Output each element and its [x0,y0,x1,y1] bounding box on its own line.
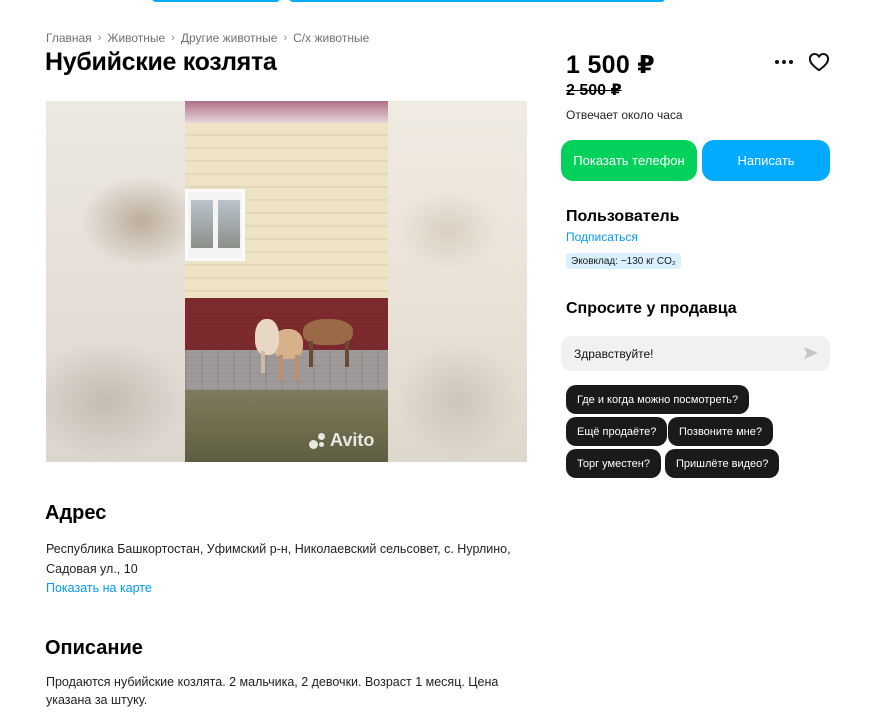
gallery-blur-right [388,101,527,462]
message-input[interactable] [561,336,830,371]
breadcrumb-separator: › [283,32,288,44]
avito-logo-icon [309,432,327,449]
quick-question-chip[interactable]: Позвоните мне? [668,417,773,446]
breadcrumb-item-home[interactable]: Главная [46,31,92,45]
show-on-map-link[interactable]: Показать на карте [46,581,152,595]
price: 1 500 ₽ [566,51,656,79]
show-phone-button[interactable]: Показать телефон [561,140,697,181]
more-dots-icon[interactable] [774,52,794,72]
page-title: Нубийские козлята [45,48,277,76]
heart-icon[interactable] [808,52,830,72]
avito-watermark-text: Avito [330,430,375,450]
breadcrumb: Главная › Животные › Другие животные › С… [46,31,369,45]
breadcrumb-item-animals[interactable]: Животные [107,31,165,45]
seller-name[interactable]: Пользователь [566,208,679,226]
send-icon[interactable] [803,345,819,361]
goat-figure [255,319,279,355]
quick-question-chip[interactable]: Торг уместен? [566,449,661,478]
subscribe-link[interactable]: Подписаться [566,230,638,244]
listing-photo[interactable]: Avito [185,101,388,462]
avito-watermark: Avito [309,430,374,451]
breadcrumb-item-other-animals[interactable]: Другие животные [181,31,278,45]
address-text: Республика Башкортостан, Уфимский р-н, Н… [46,542,511,576]
breadcrumb-separator: › [97,32,102,44]
description-title: Описание [45,637,143,659]
breadcrumb-separator: › [171,32,175,44]
address-title: Адрес [45,502,107,524]
quick-question-chip[interactable]: Ещё продаёте? [566,417,668,446]
old-price: 2 500 ₽ [566,82,622,99]
description-text: Продаются нубийские козлята. 2 мальчика,… [46,675,499,707]
quick-question-chip[interactable]: Где и когда можно посмотреть? [566,385,750,414]
gallery-blur-left [46,101,185,462]
quick-question-chip[interactable]: Пришлёте видео? [665,449,780,478]
photo-gallery[interactable]: Avito [46,101,527,462]
top-search-strip[interactable] [289,0,665,2]
photo-grass [185,390,388,462]
response-time: Отвечает около часа [566,108,683,122]
photo-window [185,189,245,261]
write-message-button[interactable]: Написать [702,140,830,181]
top-tab-strip[interactable] [152,0,280,2]
breadcrumb-item-farm-animals[interactable]: С/х животные [293,31,369,45]
eco-badge[interactable]: Эковклад: −130 кг CO₂ [566,253,681,269]
ask-seller-title: Спросите у продавца [566,300,737,317]
